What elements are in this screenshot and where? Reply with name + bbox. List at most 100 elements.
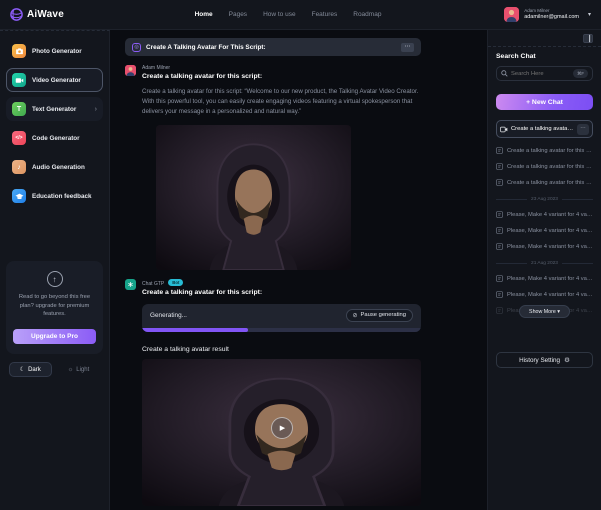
chat-history-item[interactable]: Please, Make 4 variant for 4 varian — [496, 243, 593, 250]
chat-doc-icon — [496, 307, 503, 314]
nav-how-to-use[interactable]: How to use — [263, 11, 296, 18]
active-chat-item[interactable]: Create a talking avatar for this scrip ⋯ — [496, 120, 593, 138]
chat-history-item[interactable]: Please, Make 4 variant for 4 varian — [496, 291, 593, 298]
main-nav: Home Pages How to use Features Roadmap — [195, 11, 382, 18]
new-chat-button[interactable]: + New Chat — [496, 94, 593, 110]
chatgpt-avatar: ∗ — [125, 279, 136, 290]
chat-item-label: Please, Make 4 variant for 4 varian — [507, 212, 593, 218]
theme-dark-button[interactable]: ☾Dark — [9, 362, 52, 377]
message-body: Create a talking avatar for this script:… — [142, 87, 421, 117]
chat-item-label: Please, Make 4 variant for 4 varian — [507, 276, 593, 282]
upgrade-text: Read to go beyond this free plan? upgrad… — [13, 293, 96, 319]
search-chat-heading: Search Chat — [496, 53, 593, 60]
app-logo[interactable]: AiWave — [10, 8, 64, 21]
chat-doc-icon — [496, 147, 503, 154]
left-sidebar: Photo Generator Video Generator T Text G… — [0, 30, 110, 510]
stop-circle-icon: ⊘ — [353, 312, 358, 319]
sidebar-item-education-feedback[interactable]: Education feedback — [6, 184, 103, 208]
user-avatar — [504, 7, 519, 22]
search-box: ⌘F — [496, 66, 593, 81]
chat-doc-icon — [496, 291, 503, 298]
collapse-panel-icon[interactable] — [583, 34, 593, 43]
moon-icon: ☾ — [20, 366, 25, 373]
search-input[interactable] — [511, 71, 570, 77]
chat-history-item[interactable]: Please, Make 4 variant for 4 varian — [496, 275, 593, 282]
sidebar-item-label: Audio Generation — [32, 164, 85, 171]
user-menu[interactable]: Adam Milner adamilner@gmail.com ▾ — [504, 7, 591, 22]
upgrade-card: ↑ Read to go beyond this free plan? upgr… — [6, 261, 103, 354]
chat-history-item[interactable]: Please, Make 4 variant for 4 varian — [496, 211, 593, 218]
app-title: AiWave — [27, 9, 64, 20]
bot-message-content: Chat GTPBot Create a talking avatar for … — [142, 279, 421, 510]
video-icon — [12, 73, 26, 87]
nav-features[interactable]: Features — [312, 11, 338, 18]
show-more-button[interactable]: Show More ▾ — [519, 305, 570, 318]
chat-doc-icon — [496, 179, 503, 186]
chat-doc-icon — [496, 163, 503, 170]
message-title: Create a talking avatar for this script: — [142, 73, 421, 80]
chat-history-item[interactable]: Create a talking avatar for this scrip — [496, 147, 593, 154]
video-chat-icon — [500, 126, 508, 133]
upgrade-to-pro-button[interactable]: Upgrade to Pro — [13, 329, 96, 344]
search-shortcut-badge: ⌘F — [573, 69, 588, 78]
theme-light-button[interactable]: ☼Light — [57, 362, 101, 377]
user-email: adamilner@gmail.com — [524, 14, 579, 21]
date-separator: 21 Aug 2023 — [496, 261, 593, 266]
script-icon: ◎ — [132, 43, 141, 52]
chat-doc-icon — [496, 211, 503, 218]
sidebar-item-label: Text Generator — [32, 106, 76, 113]
music-note-icon: ♪ — [12, 160, 26, 174]
camera-icon — [12, 44, 26, 58]
chat-title-bar: ◎ Create A Talking Avatar For This Scrip… — [125, 38, 421, 56]
chat-item-label: Create a talking avatar for this scrip — [507, 180, 593, 186]
theme-dark-label: Dark — [28, 367, 41, 373]
chat-doc-icon — [496, 227, 503, 234]
progress-bar — [142, 328, 421, 332]
sidebar-item-label: Video Generator — [32, 77, 81, 84]
chat-item-label: Please, Make 4 variant for 4 varian — [507, 228, 593, 234]
nav-pages[interactable]: Pages — [229, 11, 247, 18]
chat-doc-icon — [496, 275, 503, 282]
message-author: Adam Milner — [142, 65, 421, 71]
chat-options-button[interactable]: ⋯ — [401, 43, 414, 52]
sidebar-item-photo-generator[interactable]: Photo Generator — [6, 39, 103, 63]
gear-icon: ⚙ — [564, 356, 570, 364]
pause-generating-button[interactable]: ⊘Pause generating — [346, 309, 413, 322]
chat-history-item[interactable]: Please, Make 4 variant for 4 varian — [496, 227, 593, 234]
sidebar-item-audio-generation[interactable]: ♪ Audio Generation — [6, 155, 103, 179]
text-icon: T — [12, 102, 26, 116]
sidebar-item-video-generator[interactable]: Video Generator — [6, 68, 103, 92]
progress-fill — [142, 328, 248, 332]
user-meta: Adam Milner adamilner@gmail.com — [524, 8, 579, 21]
bot-badge: Bot — [168, 279, 183, 286]
generating-label: Generating... — [150, 312, 187, 319]
user-message-avatar — [125, 65, 136, 76]
avatar-result-video[interactable]: ▶ — [142, 359, 421, 506]
pause-label: Pause generating — [361, 312, 406, 318]
play-button[interactable]: ▶ — [271, 417, 293, 439]
nav-home[interactable]: Home — [195, 11, 213, 18]
chat-history-item[interactable]: Create a talking avatar for this scrip — [496, 163, 593, 170]
top-header: AiWave Home Pages How to use Features Ro… — [0, 0, 601, 30]
active-chat-label: Create a talking avatar for this scrip — [511, 126, 574, 132]
chat-item-label: Create a talking avatar for this scrip — [507, 164, 593, 170]
nav-roadmap[interactable]: Roadmap — [353, 11, 381, 18]
sidebar-item-label: Photo Generator — [32, 48, 82, 55]
theme-light-label: Light — [76, 367, 89, 373]
message-author: Chat GTPBot — [142, 279, 421, 287]
chat-item-label: Please, Make 4 variant for 4 varian — [507, 292, 593, 298]
graduation-cap-icon — [12, 189, 26, 203]
chat-item-options-button[interactable]: ⋯ — [577, 124, 589, 135]
chevron-down-icon: ▾ — [588, 11, 591, 18]
message-title: Create a talking avatar for this script: — [142, 289, 421, 296]
history-setting-button[interactable]: History Setting⚙ — [496, 352, 593, 368]
date-separator: 23 Aug 2023 — [496, 197, 593, 202]
sidebar-item-text-generator[interactable]: T Text Generator › — [6, 97, 103, 121]
code-icon: </> — [12, 131, 26, 145]
sidebar-item-label: Code Generator — [32, 135, 80, 142]
chat-history-item[interactable]: Create a talking avatar for this scrip — [496, 179, 593, 186]
chat-column: ◎ Create A Talking Avatar For This Scrip… — [125, 38, 421, 510]
right-sidebar: Search Chat ⌘F + New Chat Create a talki… — [487, 30, 601, 510]
sidebar-item-code-generator[interactable]: </> Code Generator — [6, 126, 103, 150]
sun-icon: ☼ — [68, 367, 74, 373]
